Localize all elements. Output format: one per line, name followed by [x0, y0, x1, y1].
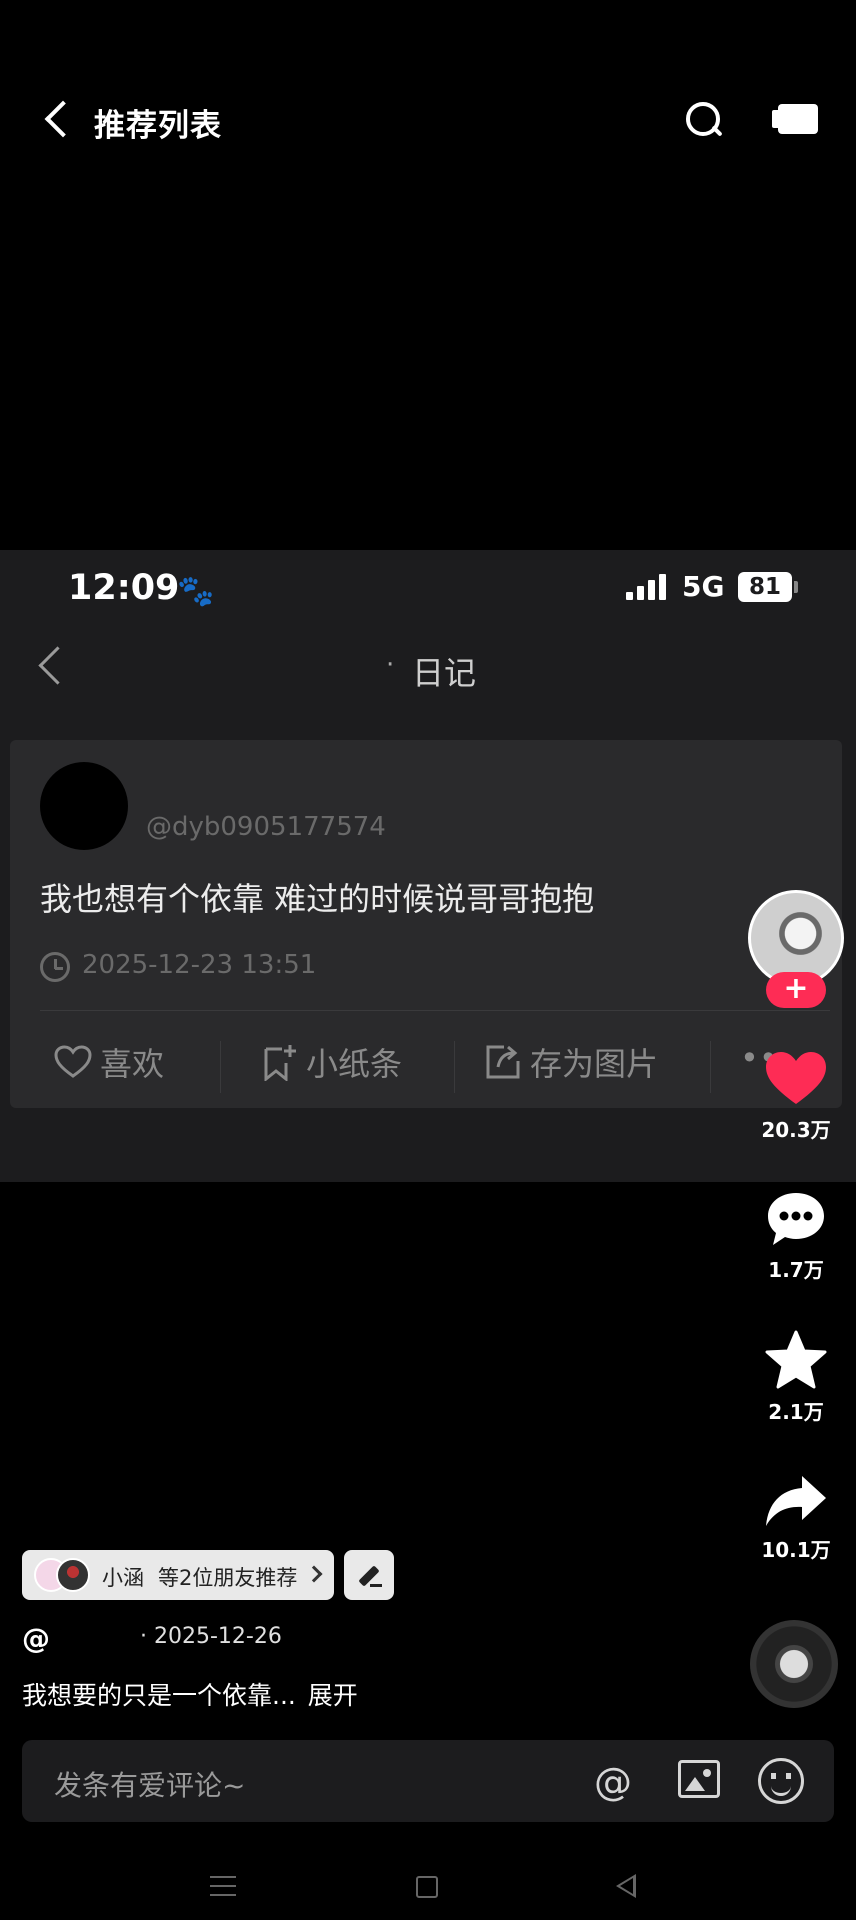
top-bar: 推荐列表 [0, 88, 856, 152]
share-arrow-icon [744, 1474, 848, 1528]
card-actions: 喜欢 小纸条 存为图片 •• [10, 1015, 842, 1105]
save-image-action: 存为图片 [484, 1039, 658, 1089]
edit-button[interactable] [344, 1550, 394, 1600]
video-screenshot-panel: 12:09 🐾 5G 81 · 日记 @dyb0905177574 我也想有个依… [0, 550, 856, 1182]
avatar [56, 1558, 90, 1592]
diary-header: · 日记 [0, 622, 856, 702]
system-back-icon[interactable] [616, 1874, 636, 1898]
card-text: 我也想有个依靠 难过的时候说哥哥抱抱 [40, 880, 595, 918]
paw-icon: 🐾 [177, 574, 215, 609]
caption: 我想要的只是一个依靠... 展开 [22, 1676, 358, 1712]
share-image-icon [484, 1043, 522, 1089]
page-title: 推荐列表 [94, 108, 222, 144]
at-mention-icon[interactable]: @ [594, 1760, 632, 1804]
avatar [40, 762, 128, 850]
system-nav-bar [0, 1850, 856, 1920]
chevron-right-icon [305, 1565, 323, 1583]
divider [454, 1041, 455, 1093]
screen-cast-icon[interactable] [772, 102, 818, 136]
comment-count: 1.7万 [768, 1258, 824, 1282]
add-note-icon [262, 1043, 298, 1089]
comment-input[interactable]: 发条有爱评论~ [54, 1764, 245, 1804]
share-count: 10.1万 [761, 1538, 831, 1562]
follow-button[interactable]: + [766, 972, 826, 1008]
card-handle: @dyb0905177574 [146, 812, 386, 842]
clock-icon [40, 952, 70, 982]
battery-icon: 81 [738, 572, 798, 602]
save-image-label: 存为图片 [530, 1045, 659, 1083]
like-action: 喜欢 [54, 1039, 164, 1087]
note-action: 小纸条 [262, 1039, 402, 1089]
favorite-count: 2.1万 [768, 1400, 824, 1424]
embedded-status-bar: 12:09 🐾 5G 81 [0, 550, 856, 620]
menu-icon[interactable] [210, 1876, 236, 1896]
comment-input-bar[interactable]: 发条有爱评论~ @ [22, 1740, 834, 1822]
diary-dot: · [386, 650, 395, 680]
heart-icon [744, 1050, 848, 1108]
back-icon[interactable] [38, 98, 78, 142]
like-label: 喜欢 [100, 1045, 165, 1083]
diary-card: @dyb0905177574 我也想有个依靠 难过的时候说哥哥抱抱 2025-1… [10, 740, 842, 1108]
favorite-button[interactable]: 2.1万 [744, 1330, 848, 1425]
friend-name: 小涵 [102, 1566, 144, 1590]
like-button[interactable]: 20.3万 [744, 1050, 848, 1143]
caption-text: 我想要的只是一个依靠... [22, 1681, 296, 1710]
divider [220, 1041, 221, 1093]
comment-icon [744, 1190, 848, 1248]
music-disc-icon[interactable] [750, 1620, 838, 1708]
share-button[interactable]: 10.1万 [744, 1474, 848, 1563]
note-label: 小纸条 [306, 1045, 403, 1083]
emoji-icon[interactable] [758, 1758, 804, 1804]
image-icon[interactable] [678, 1760, 720, 1798]
diary-title: 日记 [412, 654, 477, 692]
post-date: · 2025-12-26 [140, 1624, 282, 1649]
friend-recommend-text: 等2位朋友推荐 [158, 1566, 298, 1590]
author-handle[interactable]: @ [22, 1622, 50, 1655]
status-time: 12:09 [68, 568, 180, 608]
heart-outline-icon [54, 1045, 92, 1087]
network-label: 5G [682, 570, 725, 603]
star-icon [744, 1330, 848, 1390]
comment-button[interactable]: 1.7万 [744, 1190, 848, 1283]
expand-link[interactable]: 展开 [308, 1681, 358, 1710]
card-date: 2025-12-23 13:51 [82, 950, 317, 980]
search-icon[interactable] [684, 100, 724, 140]
divider [40, 1010, 830, 1011]
signal-icon [626, 574, 670, 600]
friend-recommend-chip[interactable]: 小涵 等2位朋友推荐 [22, 1550, 334, 1600]
like-count: 20.3万 [761, 1118, 831, 1142]
diary-back-icon [32, 642, 68, 686]
divider [710, 1041, 711, 1093]
home-icon[interactable] [416, 1876, 438, 1898]
